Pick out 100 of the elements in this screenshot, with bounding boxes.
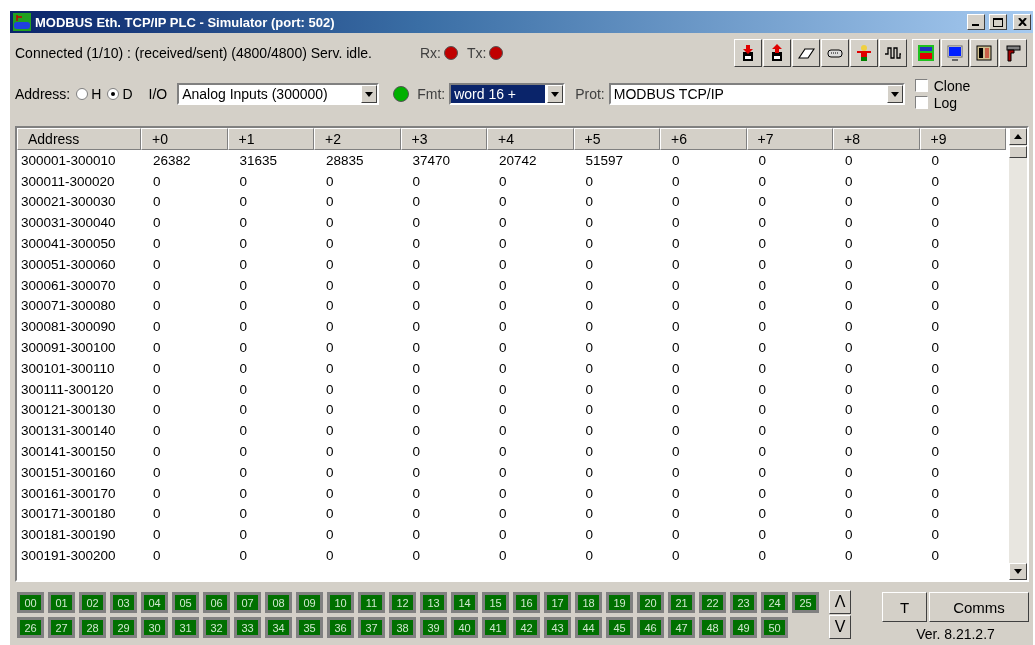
table-cell-text: 0 (152, 277, 161, 293)
coil-indicator[interactable]: 41 (482, 617, 509, 638)
coil-indicator[interactable]: 05 (172, 592, 199, 613)
coil-indicator[interactable]: 32 (203, 617, 230, 638)
maximize-button[interactable] (989, 14, 1007, 30)
coil-indicator[interactable]: 26 (17, 617, 44, 638)
coil-indicator[interactable]: 46 (637, 617, 664, 638)
coil-indicator[interactable]: 20 (637, 592, 664, 613)
coil-indicator[interactable]: 22 (699, 592, 726, 613)
column-header[interactable]: Address (17, 128, 141, 150)
coil-indicator[interactable]: 01 (48, 592, 75, 613)
coil-indicator[interactable]: 36 (327, 617, 354, 638)
checkbox[interactable] (914, 79, 928, 92)
coil-indicator[interactable]: 38 (389, 617, 416, 638)
toolbar-button[interactable] (999, 39, 1027, 67)
scrollbar-thumb[interactable] (1009, 146, 1027, 158)
column-header[interactable]: +3 (400, 128, 487, 150)
coil-indicator[interactable]: 25 (792, 592, 819, 613)
coil-indicator[interactable]: 12 (389, 592, 416, 613)
coil-indicator[interactable]: 29 (110, 617, 137, 638)
coil-indicator[interactable]: 27 (48, 617, 75, 638)
toolbar-button[interactable] (763, 39, 791, 67)
coil-indicator[interactable]: 50 (761, 617, 788, 638)
table-cell-text: 0 (411, 277, 420, 293)
coil-indicator[interactable]: 03 (110, 592, 137, 613)
column-header[interactable]: +4 (487, 128, 574, 150)
io-dropdown[interactable]: Analog Inputs (300000) (177, 83, 380, 105)
table-cell-text: 0 (238, 548, 247, 564)
checkbox[interactable] (914, 96, 928, 109)
coil-indicator[interactable]: 15 (482, 592, 509, 613)
table-cell-text: 0 (498, 173, 507, 189)
toolbar-button[interactable] (970, 39, 998, 67)
coil-indicator[interactable]: 34 (265, 617, 292, 638)
coil-indicator[interactable]: 35 (296, 617, 323, 638)
toolbar-button[interactable] (941, 39, 969, 67)
coil-indicator[interactable]: 10 (327, 592, 354, 613)
table-cell-text: 0 (844, 298, 853, 314)
coil-indicator[interactable]: 13 (420, 592, 447, 613)
t-button[interactable]: T (882, 592, 927, 622)
coil-indicator[interactable]: 49 (730, 617, 757, 638)
coil-indicator[interactable]: 43 (544, 617, 571, 638)
column-header[interactable]: +9 (919, 128, 1006, 150)
column-header[interactable]: +6 (660, 128, 747, 150)
coil-indicator[interactable]: 21 (668, 592, 695, 613)
coil-indicator[interactable]: 09 (296, 592, 323, 613)
coil-indicator[interactable]: 45 (606, 617, 633, 638)
toolbar-button[interactable] (912, 39, 940, 67)
coil-indicator[interactable]: 37 (358, 617, 385, 638)
coil-indicator[interactable]: 19 (606, 592, 633, 613)
close-button[interactable] (1013, 14, 1031, 30)
coil-indicator[interactable]: 40 (451, 617, 478, 638)
toolbar-button[interactable] (734, 39, 762, 67)
radio-button[interactable] (107, 88, 120, 100)
coil-indicator[interactable]: 28 (79, 617, 106, 638)
coil-indicator[interactable]: 02 (79, 592, 106, 613)
column-header[interactable]: +0 (141, 128, 228, 150)
protocol-dropdown[interactable]: MODBUS TCP/IP (608, 83, 905, 105)
column-header[interactable]: +5 (573, 128, 660, 150)
minimize-button[interactable] (967, 14, 985, 30)
table-cell-text: 0 (325, 360, 334, 376)
toolbar-button[interactable] (879, 39, 907, 67)
vertical-scrollbar[interactable] (1009, 128, 1027, 580)
coil-indicator[interactable]: 07 (234, 592, 261, 613)
toolbar-button[interactable] (850, 39, 878, 67)
coil-indicator[interactable]: 42 (513, 617, 540, 638)
coil-indicator[interactable]: 06 (203, 592, 230, 613)
coil-indicator[interactable]: 16 (513, 592, 540, 613)
column-header[interactable]: +7 (746, 128, 833, 150)
coil-indicator[interactable]: 39 (420, 617, 447, 638)
coil-indicator[interactable]: 30 (141, 617, 168, 638)
coil-indicator[interactable]: 04 (141, 592, 168, 613)
column-header[interactable]: +1 (227, 128, 314, 150)
coil-indicator[interactable]: 00 (17, 592, 44, 613)
coil-indicator[interactable]: 24 (761, 592, 788, 613)
coil-indicator[interactable]: 33 (234, 617, 261, 638)
coil-indicator[interactable]: 48 (699, 617, 726, 638)
toolbar-button[interactable] (821, 39, 849, 67)
page-up-button[interactable]: Λ (829, 590, 851, 614)
indicator-label: Tx: (466, 45, 487, 61)
coil-indicator[interactable]: 18 (575, 592, 602, 613)
coil-indicator[interactable]: 14 (451, 592, 478, 613)
table-cell-text: 0 (411, 423, 420, 439)
coil-indicator[interactable]: 17 (544, 592, 571, 613)
radio-button[interactable] (76, 88, 89, 100)
column-header[interactable]: +2 (314, 128, 401, 150)
comms-button[interactable]: Comms (929, 592, 1029, 622)
table-cell-text: 0 (498, 402, 507, 418)
toolbar-button[interactable] (792, 39, 820, 67)
indicator-label: Rx: (419, 45, 441, 61)
coil-indicator[interactable]: 44 (575, 617, 602, 638)
coil-indicator[interactable]: 31 (172, 617, 199, 638)
coil-indicator[interactable]: 47 (668, 617, 695, 638)
column-header[interactable]: +8 (833, 128, 920, 150)
table-cell-text: 0 (152, 464, 161, 480)
address-cell-text: 300051-300060 (20, 256, 116, 272)
coil-indicator[interactable]: 23 (730, 592, 757, 613)
page-down-button[interactable]: V (829, 615, 851, 639)
coil-indicator[interactable]: 08 (265, 592, 292, 613)
format-dropdown[interactable]: word 16 + (449, 83, 566, 105)
coil-indicator[interactable]: 11 (358, 592, 385, 613)
